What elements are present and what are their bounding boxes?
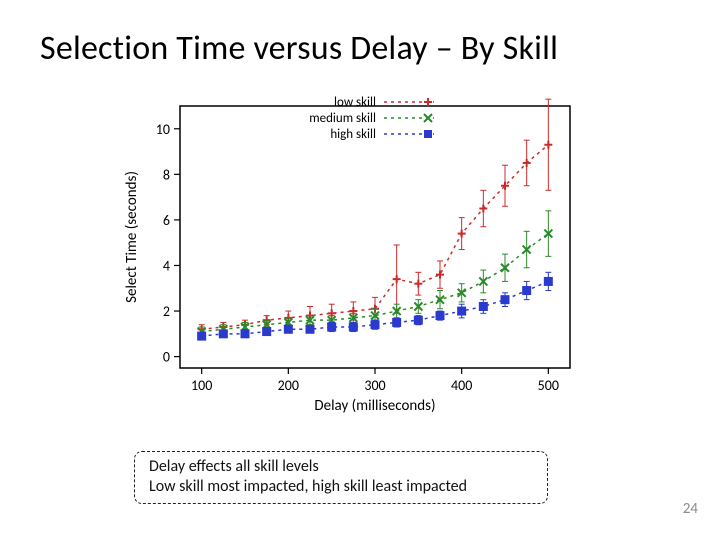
legend-item-low: low skill: [292, 94, 436, 110]
slide: { "title": "Selection Time versus Delay …: [0, 0, 720, 540]
legend: low skill medium skill high skill: [292, 94, 436, 142]
note-line-1: Delay effects all skill levels: [149, 457, 533, 477]
legend-label: high skill: [292, 127, 376, 142]
chart: 100 200 300 400 500 0 2 4 6 8 10 Delay (millisecond…: [118, 88, 598, 428]
svg-text:0: 0: [163, 349, 170, 366]
note-box: Delay effects all skill levels Low skill…: [134, 451, 548, 504]
svg-text:300: 300: [364, 377, 385, 394]
svg-text:400: 400: [451, 377, 472, 394]
legend-swatch-low: [382, 95, 436, 109]
page-number: 24: [683, 500, 698, 518]
legend-label: medium skill: [292, 111, 376, 126]
legend-item-medium: medium skill: [292, 110, 436, 126]
svg-text:6: 6: [163, 212, 170, 229]
svg-text:Select Time (seconds): Select Time (seconds): [123, 171, 141, 303]
page-title: Selection Time versus Delay – By Skill: [40, 28, 680, 69]
svg-text:200: 200: [278, 377, 299, 394]
svg-text:10: 10: [156, 121, 170, 138]
svg-text:500: 500: [538, 377, 559, 394]
svg-text:2: 2: [163, 303, 170, 320]
legend-item-high: high skill: [292, 126, 436, 142]
legend-swatch-high: [382, 127, 436, 141]
svg-text:100: 100: [191, 377, 212, 394]
legend-swatch-medium: [382, 111, 436, 125]
svg-text:8: 8: [163, 166, 170, 183]
svg-text:Delay (milliseconds): Delay (milliseconds): [314, 397, 435, 415]
note-line-2: Low skill most impacted, high skill leas…: [149, 477, 533, 497]
svg-text:4: 4: [163, 257, 170, 274]
legend-label: low skill: [292, 95, 376, 110]
